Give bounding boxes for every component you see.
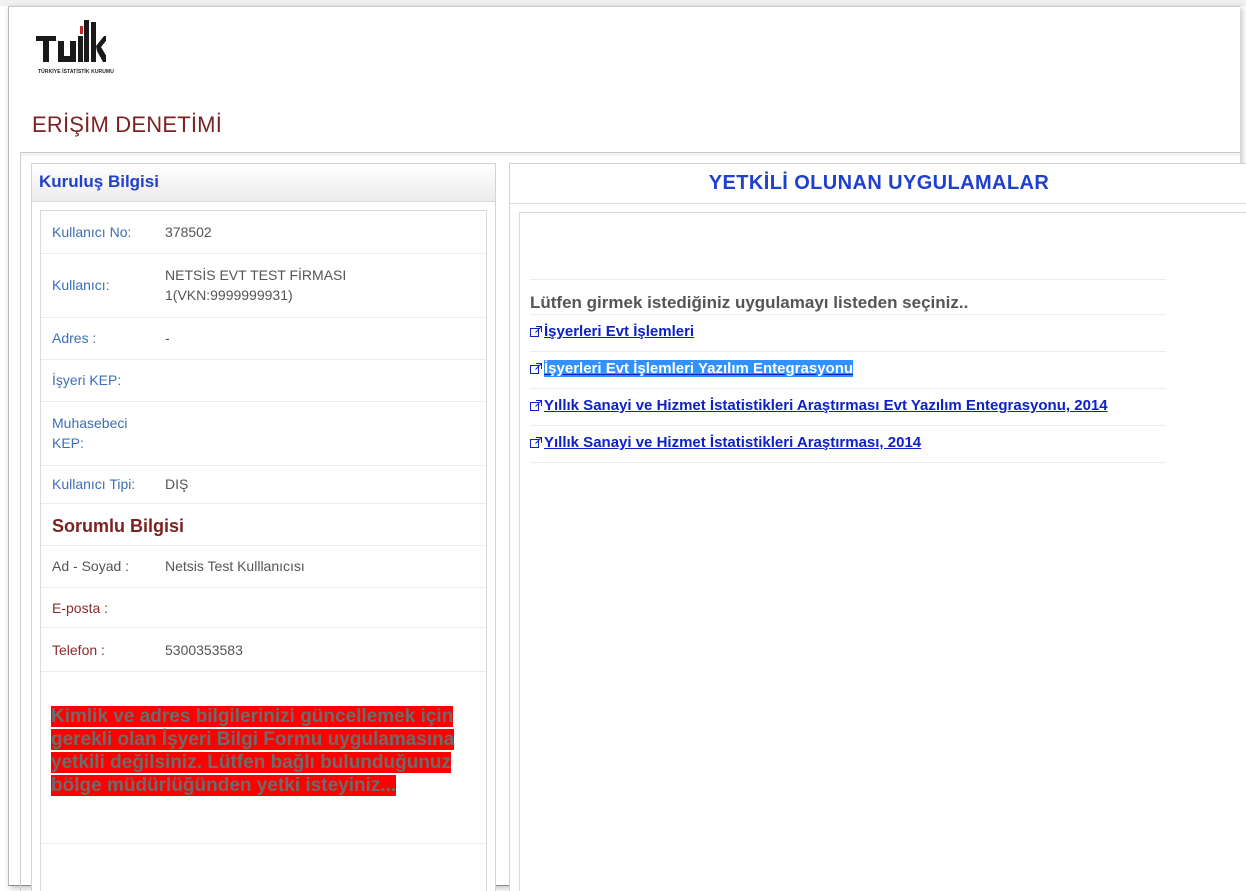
table-row: Kullanıcı Tipi: DIŞ — [41, 465, 486, 504]
name-value: Netsis Test Kulllanıcısı — [154, 545, 486, 588]
list-item: İşyerleri Evt İşlemleri Yazılım Entegras… — [530, 352, 1166, 389]
table-row: Kullanıcı: NETSİS EVT TEST FİRMASI 1(VKN… — [41, 253, 486, 318]
applications-panel: YETKİLİ OLUNAN UYGULAMALAR Lütfen girmek… — [509, 163, 1246, 891]
app-link-yillik-sanayi[interactable]: Yıllık Sanayi ve Hizmet İstatistikleri A… — [530, 434, 921, 451]
authorization-warning-text: Kimlik ve adres bilgilerinizi güncelleme… — [51, 706, 455, 796]
workplace-kep-value — [154, 359, 486, 402]
user-no-label: Kullanıcı No: — [41, 211, 154, 254]
app-link-yillik-sanayi-entegrasyon[interactable]: Yıllık Sanayi ve Hizmet İstatistikleri A… — [530, 397, 1108, 414]
table-row: İşyeri KEP: — [41, 359, 486, 402]
applications-box: Lütfen girmek istediğiniz uygulamayı lis… — [519, 212, 1246, 891]
user-type-label: Kullanıcı Tipi: — [41, 465, 154, 504]
accountant-kep-value — [154, 401, 486, 466]
accountant-kep-label: Muhasebeci KEP: — [41, 401, 154, 466]
table-row: Muhasebeci KEP: — [41, 401, 486, 466]
applications-list: Lütfen girmek istediğiniz uygulamayı lis… — [530, 279, 1166, 463]
organization-panel: Kuruluş Bilgisi Kullanıcı No: 378502 Kul… — [31, 163, 496, 891]
phone-label: Telefon : — [41, 627, 154, 672]
table-row: Telefon : 5300353583 — [41, 627, 486, 672]
app-link-isyerleri-evt-entegrasyon[interactable]: İşyerleri Evt İşlemleri Yazılım Entegras… — [530, 360, 854, 377]
table-row: Kullanıcı No: 378502 — [41, 211, 486, 254]
user-no-value: 378502 — [154, 211, 486, 254]
table-row: Adres : - — [41, 317, 486, 360]
app-link-label: Yıllık Sanayi ve Hizmet İstatistikleri A… — [544, 397, 1108, 414]
organization-info-table: Kullanıcı No: 378502 Kullanıcı: NETSİS E… — [41, 211, 486, 504]
app-link-label: Yıllık Sanayi ve Hizmet İstatistikleri A… — [544, 434, 922, 451]
address-value: - — [154, 317, 486, 360]
user-value: NETSİS EVT TEST FİRMASI 1(VKN:9999999931… — [154, 253, 486, 318]
external-link-icon — [530, 400, 542, 411]
app-link-isyerleri-evt[interactable]: İşyerleri Evt İşlemleri — [530, 323, 694, 340]
content-border — [20, 152, 21, 891]
external-link-icon — [530, 437, 542, 448]
page-title: ERİŞİM DENETİMİ — [32, 112, 223, 137]
organization-info-box: Kullanıcı No: 378502 Kullanıcı: NETSİS E… — [40, 210, 487, 891]
table-row: E-posta : — [41, 587, 486, 628]
table-row: Ad - Soyad : Netsis Test Kulllanıcısı — [41, 545, 486, 588]
tuik-logo-icon — [36, 20, 106, 62]
applications-prompt: Lütfen girmek istediğiniz uygulamayı lis… — [530, 279, 1166, 315]
applications-panel-header: YETKİLİ OLUNAN UYGULAMALAR — [510, 164, 1246, 204]
tuik-logo: TÜRKİYE İSTATİSTİK KURUMU — [36, 20, 146, 80]
email-label: E-posta : — [41, 587, 154, 628]
authorization-warning-box: Kimlik ve adres bilgilerinizi güncelleme… — [41, 672, 486, 844]
list-item: İşyerleri Evt İşlemleri — [530, 315, 1166, 352]
user-type-value: DIŞ — [154, 465, 486, 504]
phone-value: 5300353583 — [154, 627, 486, 672]
user-label: Kullanıcı: — [41, 253, 154, 318]
external-link-icon — [530, 363, 542, 374]
email-value — [154, 587, 486, 628]
address-label: Adres : — [41, 317, 154, 360]
logo-subtext: TÜRKİYE İSTATİSTİK KURUMU — [38, 69, 114, 75]
app-link-label: İşyerleri Evt İşlemleri Yazılım Entegras… — [544, 360, 854, 377]
responsible-info-table: Ad - Soyad : Netsis Test Kulllanıcısı E-… — [41, 545, 486, 672]
list-item: Yıllık Sanayi ve Hizmet İstatistikleri A… — [530, 389, 1166, 426]
list-item: Yıllık Sanayi ve Hizmet İstatistikleri A… — [530, 426, 1166, 463]
name-label: Ad - Soyad : — [41, 545, 154, 588]
responsible-section-title: Sorumlu Bilgisi — [41, 504, 486, 546]
title-divider — [20, 152, 1240, 156]
external-link-icon — [530, 326, 542, 337]
organization-panel-header: Kuruluş Bilgisi — [32, 164, 495, 202]
app-link-label: İşyerleri Evt İşlemleri — [544, 323, 695, 340]
workplace-kep-label: İşyeri KEP: — [41, 359, 154, 402]
